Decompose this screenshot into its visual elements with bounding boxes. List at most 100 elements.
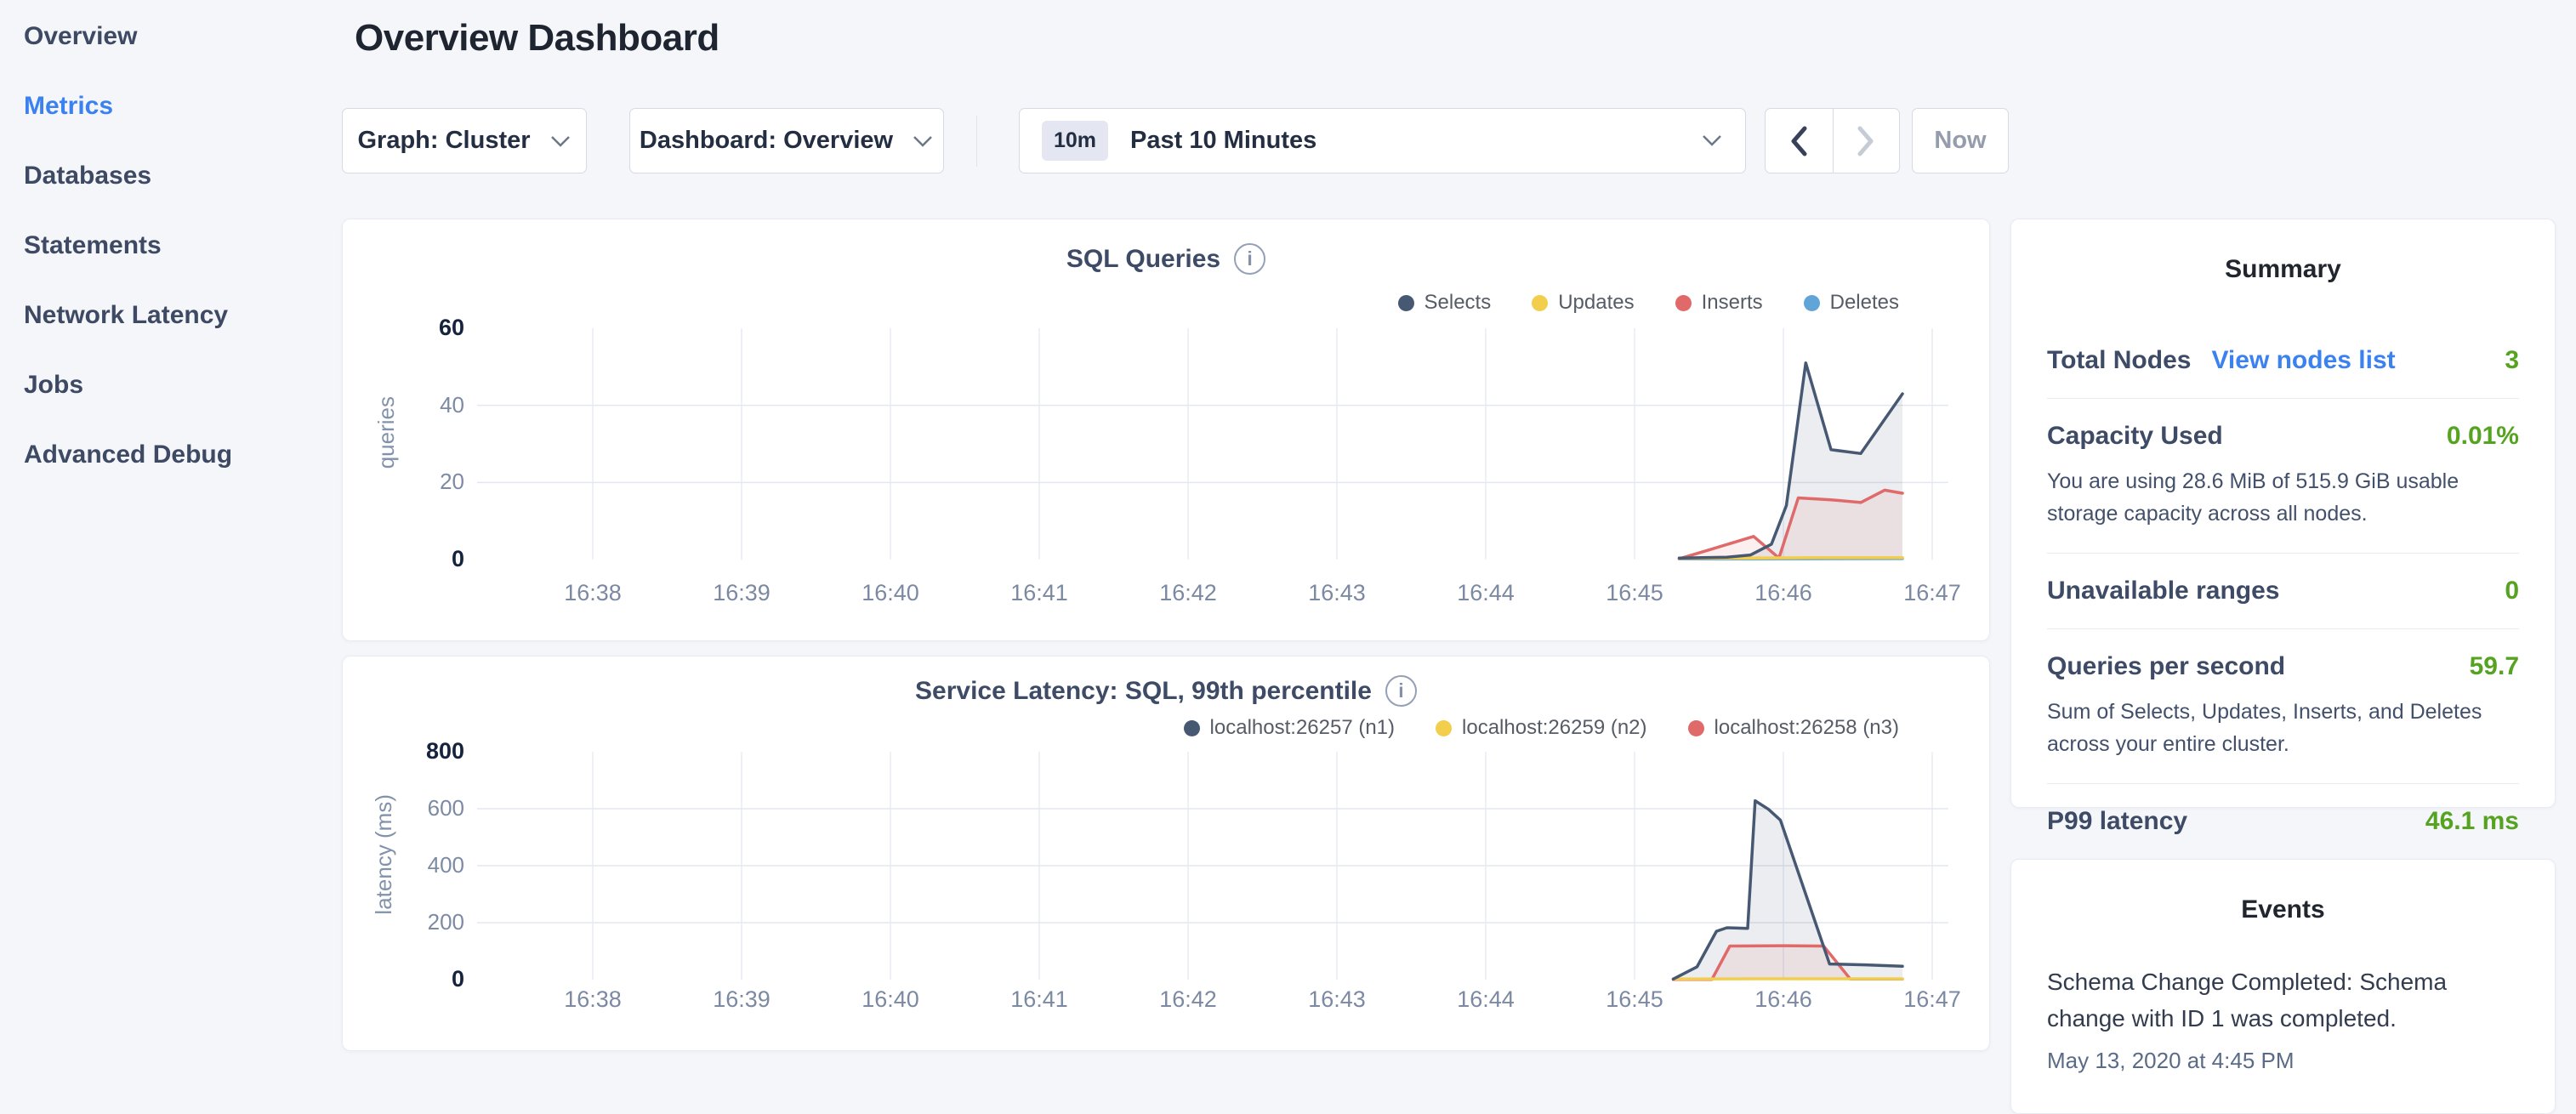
summary-row-total-nodes: Total Nodes View nodes list 3 [2047,323,2519,398]
x-tick-label: 16:40 [862,580,919,606]
legend-label: Deletes [1830,291,1899,315]
dashboard-dropdown-label: Dashboard: Overview [640,127,893,155]
summary-row-value: 59.7 [2470,652,2519,681]
controls-divider [976,116,977,167]
x-tick-label: 16:38 [564,986,622,1013]
sidebar-item-network-latency[interactable]: Network Latency [0,281,342,350]
time-range-badge: 10m [1042,121,1108,161]
chart-legend: localhost:26257 (n1) localhost:26259 (n2)… [1184,716,1899,740]
chart-legend: Selects Updates Inserts Deletes [1398,291,1900,315]
time-range-selector[interactable]: 10m Past 10 Minutes [1019,108,1746,173]
legend-dot-icon [1532,295,1548,311]
legend-dot-icon [1804,295,1820,311]
legend-item: Updates [1532,291,1634,315]
legend-item: localhost:26259 (n2) [1436,716,1646,740]
x-tick-label: 16:47 [1903,986,1961,1013]
legend-label: Updates [1558,291,1634,315]
info-icon[interactable]: i [1234,243,1265,275]
legend-dot-icon [1436,720,1452,736]
summary-row-description: You are using 28.6 MiB of 515.9 GiB usab… [2047,466,2519,530]
x-tick-label: 16:42 [1159,580,1217,606]
sql-queries-chart-card: SQL Queries i Selects Updates Inserts Delet… [342,219,1990,641]
legend-dot-icon [1675,295,1692,311]
y-tick-label: 800 [379,738,464,764]
info-icon[interactable]: i [1385,675,1417,707]
chart-plot-area: 16:3816:3916:4016:4116:4216:4316:4416:45… [343,219,1989,640]
event-item-timestamp: May 13, 2020 at 4:45 PM [2047,1048,2519,1074]
chevron-right-icon [1857,126,1875,156]
time-next-button[interactable] [1833,109,1900,173]
y-tick-label: 0 [379,546,464,572]
y-tick-label: 60 [379,315,464,341]
summary-row-label: P99 latency [2047,807,2187,836]
x-tick-label: 16:39 [713,986,771,1013]
chart-title-row: SQL Queries i [343,243,1989,275]
page-title: Overview Dashboard [355,17,719,60]
chart-title-row: Service Latency: SQL, 99th percentile i [343,675,1989,707]
legend-dot-icon [1688,720,1704,736]
chevron-left-icon [1789,126,1808,156]
sidebar-item-statements[interactable]: Statements [0,211,342,281]
summary-row-value: 0 [2505,577,2519,605]
sidebar-item-advanced-debug[interactable]: Advanced Debug [0,420,342,490]
x-tick-label: 16:42 [1159,986,1217,1013]
summary-row-value: 0.01% [2447,422,2519,451]
x-tick-label: 16:45 [1606,986,1663,1013]
sidebar-item-jobs[interactable]: Jobs [0,350,342,420]
summary-row-queries-per-second: Queries per second 59.7 Sum of Selects, … [2047,628,2519,783]
now-button[interactable]: Now [1912,108,2009,173]
legend-dot-icon [1398,295,1414,311]
y-axis-label: queries [373,396,400,469]
x-tick-label: 16:41 [1010,986,1068,1013]
legend-label: localhost:26258 (n3) [1714,716,1899,740]
summary-row-label: Capacity Used [2047,422,2223,451]
summary-row-description: Sum of Selects, Updates, Inserts, and De… [2047,696,2519,760]
events-title: Events [2047,895,2519,924]
chart-title: SQL Queries [1066,245,1220,274]
event-item-text[interactable]: Schema Change Completed: Schema change w… [2047,963,2472,1037]
summary-row-label: Total Nodes [2047,346,2191,375]
sidebar-item-databases[interactable]: Databases [0,141,342,211]
chevron-down-icon [1701,134,1723,148]
time-prev-button[interactable] [1766,109,1833,173]
view-nodes-list-link[interactable]: View nodes list [2211,346,2395,375]
y-axis-label: latency (ms) [371,794,397,915]
summary-title: Summary [2047,255,2519,284]
summary-row-p99-latency: P99 latency 46.1 ms [2047,783,2519,859]
legend-item: Deletes [1804,291,1899,315]
chart-title: Service Latency: SQL, 99th percentile [915,677,1372,706]
graph-dropdown-label: Graph: Cluster [357,127,530,155]
summary-row-value: 46.1 ms [2425,807,2519,836]
legend-item: Selects [1398,291,1492,315]
summary-row-label: Queries per second [2047,652,2285,681]
sidebar-item-overview[interactable]: Overview [0,2,342,71]
x-tick-label: 16:39 [713,580,771,606]
legend-dot-icon [1184,720,1200,736]
y-tick-label: 20 [379,469,464,495]
legend-label: Selects [1424,291,1492,315]
service-latency-chart-card: Service Latency: SQL, 99th percentile i … [342,656,1990,1051]
x-tick-label: 16:40 [862,986,919,1013]
dashboard-dropdown[interactable]: Dashboard: Overview [629,108,944,173]
summary-row-value: 3 [2505,346,2519,375]
summary-row-unavailable-ranges: Unavailable ranges 0 [2047,553,2519,628]
x-tick-label: 16:43 [1308,580,1366,606]
x-tick-label: 16:46 [1754,986,1812,1013]
x-tick-label: 16:44 [1457,580,1515,606]
events-panel: Events Schema Change Completed: Schema c… [2010,859,2556,1114]
chevron-down-icon [912,134,934,148]
legend-label: Inserts [1702,291,1763,315]
x-tick-label: 16:38 [564,580,622,606]
now-button-label: Now [1934,127,1986,155]
y-tick-label: 0 [379,966,464,992]
legend-item: localhost:26257 (n1) [1184,716,1395,740]
legend-item: localhost:26258 (n3) [1688,716,1899,740]
summary-row-label: Unavailable ranges [2047,577,2279,605]
legend-item: Inserts [1675,291,1763,315]
time-step-buttons [1765,108,1900,173]
x-tick-label: 16:45 [1606,580,1663,606]
graph-dropdown[interactable]: Graph: Cluster [342,108,587,173]
chevron-down-icon [549,134,571,148]
x-tick-label: 16:46 [1754,580,1812,606]
sidebar-item-metrics[interactable]: Metrics [0,71,342,141]
